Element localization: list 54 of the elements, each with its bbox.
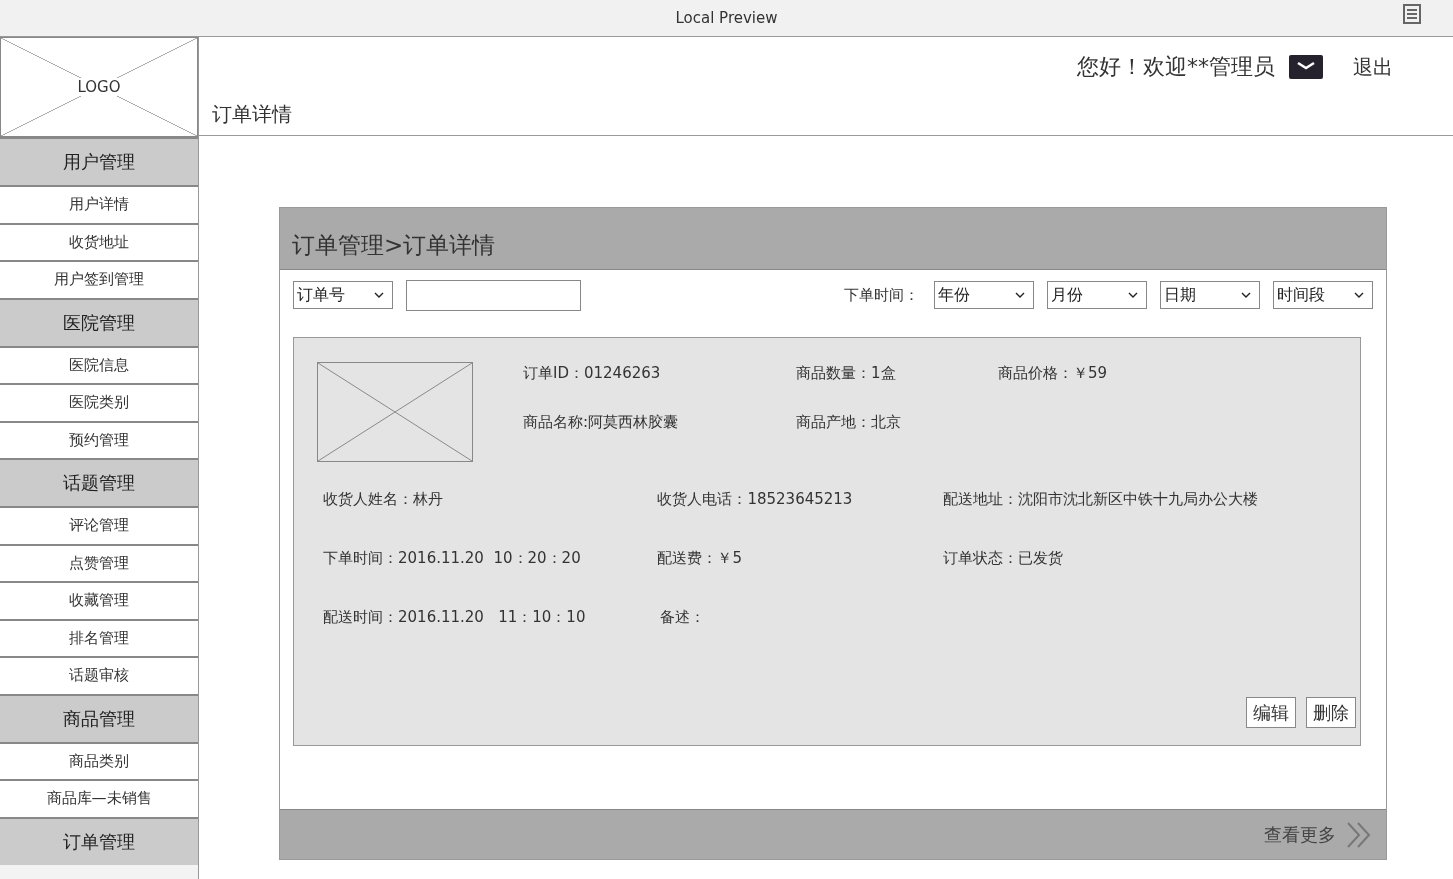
logout-link[interactable]: 退出	[1353, 53, 1393, 81]
logo-text: LOGO	[77, 78, 121, 96]
time-select[interactable]: 日期	[1160, 281, 1260, 309]
sidebar-item[interactable]: 收藏管理	[0, 581, 198, 619]
order-field: 配送费：￥5	[657, 549, 944, 568]
sidebar-group[interactable]: 话题管理	[0, 458, 198, 506]
window-title: Local Preview	[675, 9, 778, 27]
breadcrumb: 订单管理>订单详情	[292, 231, 496, 260]
page-title: 订单详情	[212, 101, 293, 128]
search-field[interactable]	[406, 279, 581, 311]
chevron-down-icon	[1015, 292, 1025, 298]
sidebar-item[interactable]: 医院类别	[0, 383, 198, 421]
sidebar-group[interactable]: 订单管理	[0, 816, 198, 865]
chevron-down-icon	[374, 292, 384, 298]
time-label: 下单时间：	[844, 285, 919, 305]
greeting-text: 您好！欢迎**管理员	[1077, 53, 1275, 81]
time-select[interactable]: 时间段	[1273, 281, 1373, 309]
sidebar-item[interactable]: 收货地址	[0, 222, 198, 260]
action-button[interactable]: 编辑	[1246, 697, 1296, 728]
order-field: 商品数量：1盒	[796, 364, 998, 383]
order-field: 收货人姓名：林丹	[323, 490, 658, 509]
chevron-down-icon	[1354, 292, 1364, 298]
order-field: 订单状态：已发货	[943, 549, 1360, 568]
mail-icon[interactable]	[1289, 55, 1323, 79]
chevron-down-icon	[1128, 292, 1138, 298]
sidebar-item[interactable]: 话题审核	[0, 656, 198, 694]
sidebar-item[interactable]: 医院信息	[0, 345, 198, 383]
order-select[interactable]: 订单号	[293, 281, 393, 309]
order-field: 备述：	[660, 608, 948, 627]
sidebar-item[interactable]: 预约管理	[0, 420, 198, 458]
chevron-down-icon	[1241, 292, 1251, 298]
sidebar-item[interactable]: 商品库—未销售	[0, 779, 198, 817]
menu-icon[interactable]	[1403, 4, 1421, 24]
sidebar-item[interactable]: 评论管理	[0, 506, 198, 544]
order-field: 商品产地：北京	[796, 413, 998, 432]
sidebar-group[interactable]: 用户管理	[0, 137, 198, 185]
time-select[interactable]: 月份	[1047, 281, 1147, 309]
action-button[interactable]: 删除	[1306, 697, 1356, 728]
sidebar-item[interactable]: 商品类别	[0, 741, 198, 779]
order-field: 订单ID：01246263	[523, 364, 796, 383]
sidebar-group[interactable]: 医院管理	[0, 297, 198, 346]
order-field: 配送时间：2016.11.20 11：10：10	[323, 608, 660, 627]
order-field: 下单时间：2016.11.20 10：20：20	[323, 549, 658, 568]
sidebar-item[interactable]: 用户详情	[0, 185, 198, 223]
sidebar-item[interactable]: 用户签到管理	[0, 260, 198, 298]
time-select[interactable]: 年份	[934, 281, 1034, 309]
sidebar-group[interactable]: 商品管理	[0, 693, 198, 742]
order-field: 配送地址：沈阳市沈北新区中铁十九局办公大楼	[943, 490, 1360, 509]
view-more-link[interactable]: 查看更多	[1264, 822, 1336, 847]
order-field: 商品价格：￥59	[998, 364, 1198, 383]
order-field: 收货人电话：18523645213	[657, 490, 944, 509]
sidebar-item[interactable]: 点赞管理	[0, 543, 198, 581]
sidebar-item[interactable]: 排名管理	[0, 618, 198, 656]
order-field: 商品名称:阿莫西林胶囊	[523, 413, 796, 432]
